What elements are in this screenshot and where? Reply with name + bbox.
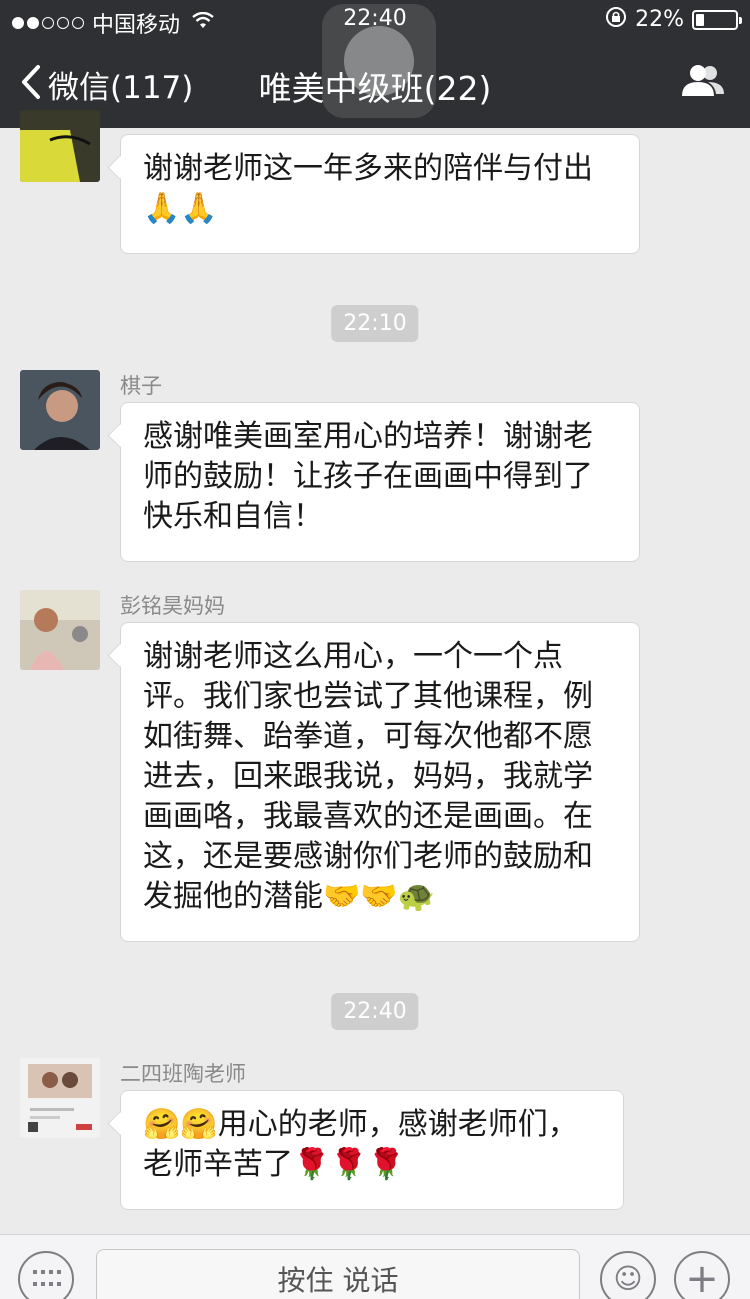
battery-fill [696, 13, 704, 26]
hold-to-talk-button[interactable]: 按住 说话 [96, 1249, 580, 1299]
timestamp: 22:40 [331, 993, 419, 1030]
message-bubble[interactable]: 谢谢老师这么用心，一个一个点 评。我们家也尝试了其他课程，例 如街舞、跆拳道，可… [120, 622, 640, 942]
avatar[interactable] [20, 370, 100, 450]
keyboard-icon [33, 1270, 61, 1290]
avatar[interactable] [20, 110, 100, 182]
keyboard-toggle-button[interactable] [18, 1251, 74, 1299]
status-bar: 中国移动 22:40 22% [0, 0, 750, 40]
input-bar: 按住 说话 ☺ + [0, 1234, 750, 1299]
plus-icon: + [685, 1256, 719, 1299]
battery-icon [692, 9, 742, 30]
more-button[interactable]: + [674, 1251, 730, 1299]
emoji-button[interactable]: ☺ [600, 1251, 656, 1299]
rotation-lock-icon [605, 6, 627, 33]
top-bar: 中国移动 22:40 22% 微信(117) 唯美中级班(22) [0, 0, 750, 128]
nav-bar: 微信(117) 唯美中级班(22) [0, 40, 750, 128]
timestamp: 22:10 [331, 305, 419, 342]
sender-name: 彭铭昊妈妈 [120, 594, 225, 618]
sender-name: 棋子 [120, 374, 162, 398]
smiley-icon: ☺ [613, 1261, 643, 1295]
chat-title: 唯美中级班(22) [258, 69, 492, 108]
message-bubble[interactable]: 感谢唯美画室用心的培养！谢谢老 师的鼓励！让孩子在画画中得到了 快乐和自信！ [120, 402, 640, 562]
sender-name: 二四班陶老师 [120, 1062, 246, 1086]
message-bubble[interactable]: 谢谢老师这一年多来的陪伴与付出 🙏🙏 [120, 134, 640, 254]
avatar[interactable] [20, 1058, 100, 1138]
group-info-icon[interactable] [678, 62, 726, 102]
battery-percent: 22% [635, 7, 684, 32]
avatar[interactable] [20, 590, 100, 670]
message-bubble[interactable]: 🤗🤗用心的老师，感谢老师们， 老师辛苦了🌹🌹🌹 [120, 1090, 624, 1210]
